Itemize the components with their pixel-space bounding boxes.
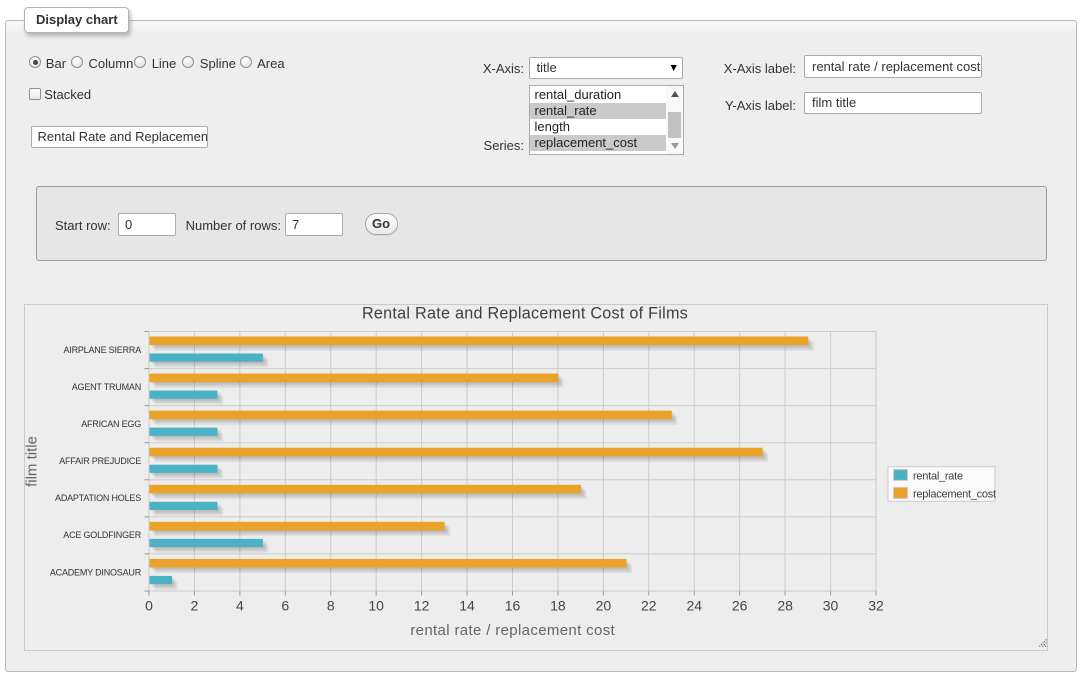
svg-text:replacement_cost: replacement_cost bbox=[913, 489, 996, 501]
svg-text:24: 24 bbox=[686, 598, 702, 614]
svg-text:28: 28 bbox=[777, 598, 793, 614]
svg-text:10: 10 bbox=[368, 598, 384, 614]
svg-text:8: 8 bbox=[327, 598, 335, 614]
svg-text:4: 4 bbox=[236, 598, 244, 614]
svg-text:18: 18 bbox=[550, 598, 566, 614]
svg-text:12: 12 bbox=[414, 598, 430, 614]
svg-text:AIRPLANE SIERRA: AIRPLANE SIERRA bbox=[63, 345, 141, 355]
svg-text:AFRICAN EGG: AFRICAN EGG bbox=[81, 419, 141, 429]
svg-text:2: 2 bbox=[191, 598, 199, 614]
svg-text:rental rate / replacement cost: rental rate / replacement cost bbox=[410, 622, 615, 639]
svg-text:26: 26 bbox=[732, 598, 748, 614]
svg-text:14: 14 bbox=[459, 598, 475, 614]
svg-text:rental_rate: rental_rate bbox=[913, 471, 963, 483]
svg-text:0: 0 bbox=[145, 598, 153, 614]
svg-text:AFFAIR PREJUDICE: AFFAIR PREJUDICE bbox=[59, 456, 141, 466]
svg-text:ADAPTATION HOLES: ADAPTATION HOLES bbox=[55, 493, 141, 503]
svg-text:30: 30 bbox=[823, 598, 839, 614]
svg-text:ACE GOLDFINGER: ACE GOLDFINGER bbox=[63, 530, 141, 540]
svg-text:Rental Rate and Replacement Co: Rental Rate and Replacement Cost of Film… bbox=[362, 305, 688, 323]
svg-text:6: 6 bbox=[281, 598, 289, 614]
svg-text:AGENT TRUMAN: AGENT TRUMAN bbox=[72, 382, 141, 392]
svg-text:ACADEMY DINOSAUR: ACADEMY DINOSAUR bbox=[50, 567, 142, 577]
svg-text:16: 16 bbox=[505, 598, 521, 614]
svg-text:20: 20 bbox=[596, 598, 612, 614]
svg-text:32: 32 bbox=[868, 598, 884, 614]
svg-text:22: 22 bbox=[641, 598, 657, 614]
svg-text:film title: film title bbox=[25, 436, 41, 487]
